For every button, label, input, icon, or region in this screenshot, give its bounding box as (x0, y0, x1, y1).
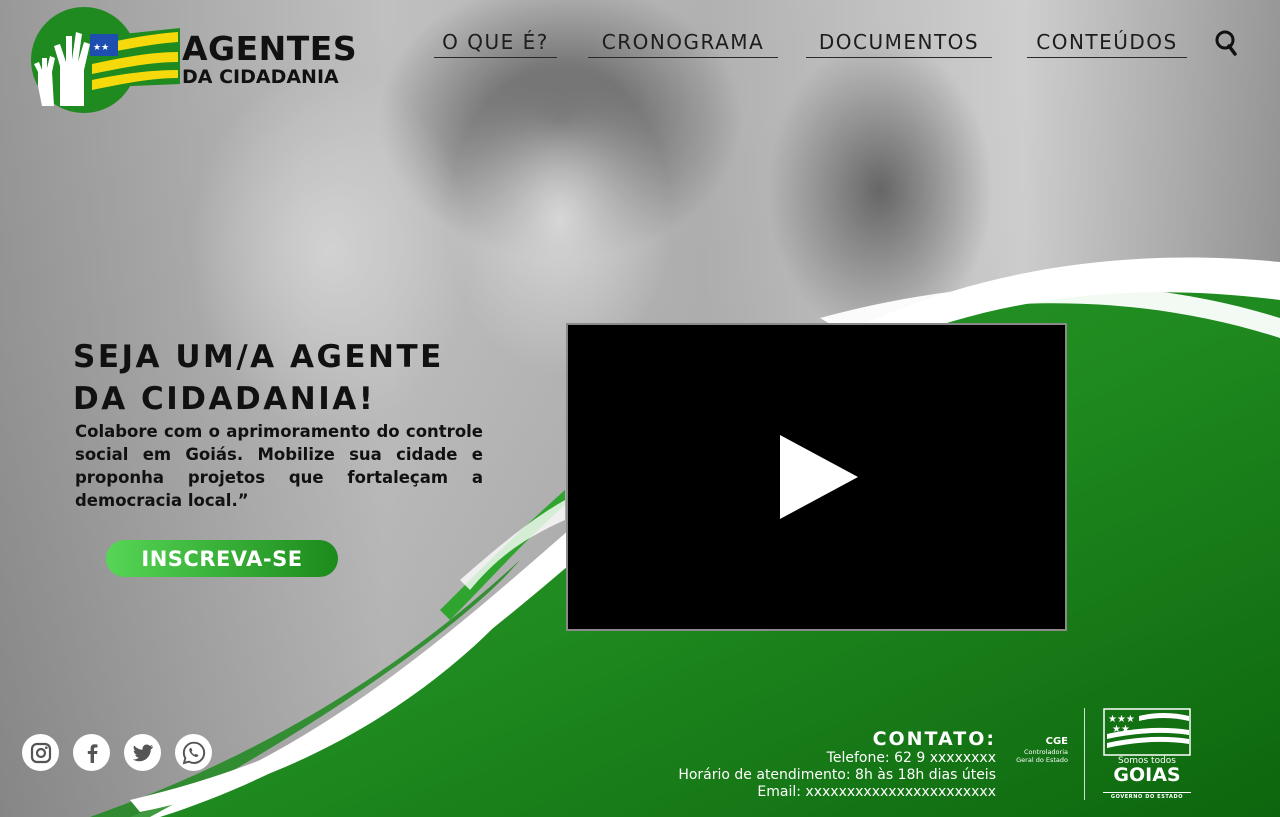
svg-text:★★: ★★ (93, 43, 109, 53)
twitter-icon (132, 744, 153, 761)
search-icon (1215, 30, 1237, 56)
goias-government-logo: ★★★ ★★ Somos todos GOIAS GOVERNO DO ESTA… (1103, 708, 1191, 800)
contact-hours: Horário de atendimento: 8h às 18h dias ú… (678, 767, 996, 783)
cge-acronym: CGE (1045, 736, 1068, 747)
hero-heading: SEJA UM/A AGENTE DA CIDADANIA! (73, 336, 493, 420)
contact-phone: Telefone: 62 9 xxxxxxxx (826, 750, 996, 766)
contact-title: CONTATO: (872, 728, 996, 750)
twitter-button[interactable] (124, 734, 161, 771)
nav-link-o-que-e[interactable]: O QUE É? (434, 30, 557, 58)
logo-subtitle: DA CIDADANIA (182, 66, 339, 88)
nav-link-documentos[interactable]: DOCUMENTOS (806, 30, 992, 58)
goias-subtitle: GOVERNO DO ESTADO (1103, 792, 1191, 801)
instagram-icon (30, 742, 51, 763)
site-logo[interactable]: ★★ AGENTES DA CIDADANIA (30, 6, 360, 114)
logo-title: AGENTES (182, 29, 358, 68)
hero-description: Colabore com o aprimoramento do controle… (75, 422, 483, 510)
cge-logo: CGE Controladoria Geral do Estado (1010, 736, 1068, 764)
facebook-button[interactable] (73, 734, 110, 771)
whatsapp-button[interactable] (175, 734, 212, 771)
hands-flag-logo-icon: ★★ (31, 7, 180, 113)
hero-heading-line-2: DA CIDADANIA! (73, 381, 376, 417)
play-icon[interactable] (776, 431, 860, 523)
nav-link-conteudos[interactable]: CONTEÚDOS (1027, 30, 1187, 58)
cge-name: Controladoria Geral do Estado (1016, 748, 1068, 764)
contact-block: CONTATO: Telefone: 62 9 xxxxxxxx Horário… (678, 728, 996, 801)
facebook-icon (87, 743, 97, 763)
footer-logo-divider (1084, 708, 1085, 800)
hero-heading-line-1: SEJA UM/A AGENTE (73, 339, 444, 375)
whatsapp-icon (182, 741, 205, 764)
search-button[interactable] (1214, 28, 1240, 58)
subscribe-button[interactable]: INSCREVA-SE (106, 540, 338, 577)
goias-flag-icon: ★★★ ★★ (1103, 708, 1191, 756)
goias-name: GOIAS (1113, 764, 1181, 786)
nav-link-cronograma[interactable]: CRONOGRAMA (588, 30, 778, 58)
video-player[interactable] (566, 323, 1067, 631)
instagram-button[interactable] (22, 734, 59, 771)
contact-email[interactable]: Email: xxxxxxxxxxxxxxxxxxxxxxx (678, 784, 996, 801)
